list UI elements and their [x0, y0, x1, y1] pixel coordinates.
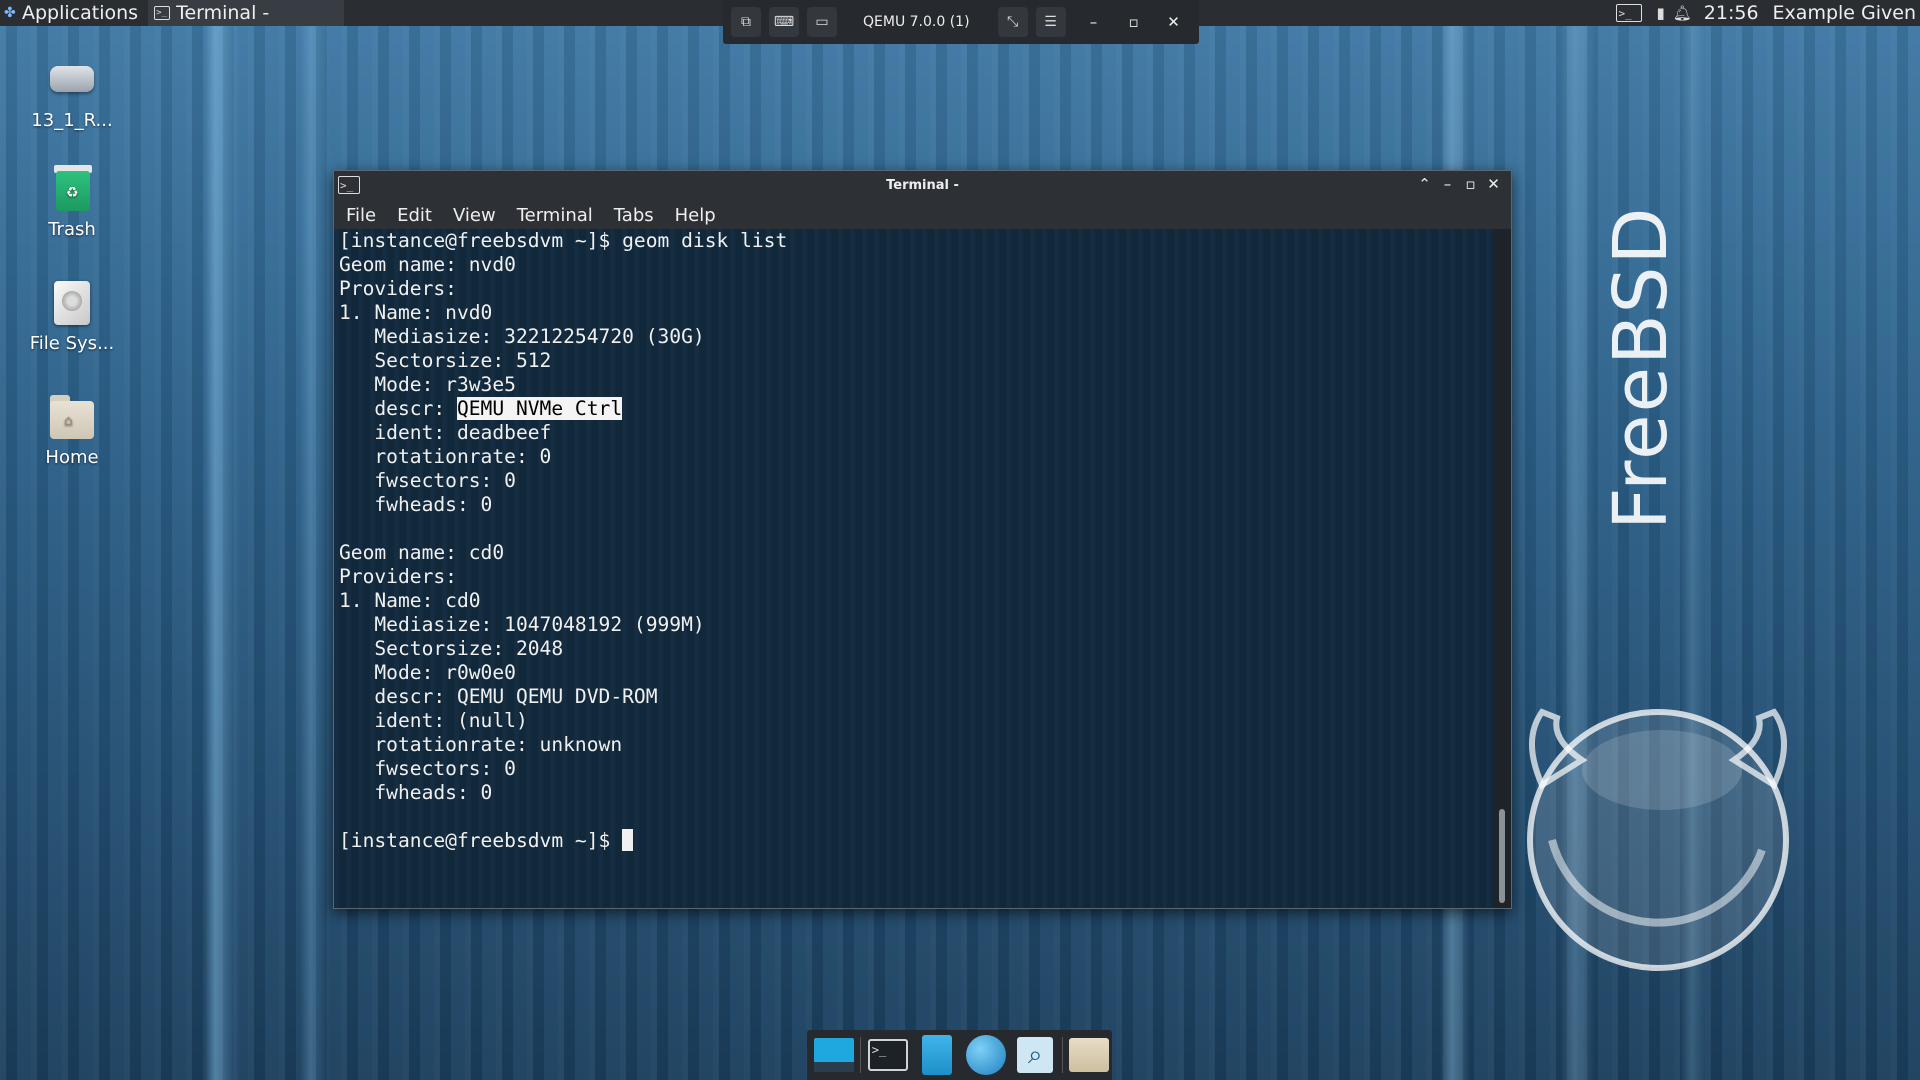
drive-icon	[48, 56, 96, 104]
terminal-scrollbar[interactable]	[1493, 229, 1511, 908]
terminal-title: Terminal -	[886, 178, 959, 193]
pin-icon: ⧉	[741, 14, 751, 30]
window-controls: ⌃ – ▫ ✕	[1413, 175, 1505, 193]
qemu-unfullscreen-button[interactable]: ⤡	[997, 7, 1028, 37]
notification-bell-icon[interactable]: 🔔︎	[1673, 4, 1692, 22]
qemu-toolbar: ⧉ ⌨ ▭ QEMU 7.0.0 (1) ⤡ ☰ – ▫ ✕	[723, 0, 1199, 44]
show-desktop-icon	[813, 1038, 854, 1072]
desktop-icon-label: Home	[45, 447, 99, 468]
dock-folder[interactable]	[1067, 1032, 1112, 1078]
scrollbar-thumb[interactable]	[1499, 809, 1505, 903]
menu-help[interactable]: Help	[663, 205, 725, 226]
dock-separator	[1061, 1037, 1063, 1073]
desktop-icon-label: Trash	[48, 219, 96, 240]
clock[interactable]: 21:56	[1704, 2, 1759, 24]
terminal-menubar: File Edit View Terminal Tabs Help	[334, 201, 1511, 229]
user-menu[interactable]: Example Given	[1773, 2, 1916, 24]
selected-text[interactable]: QEMU NVMe Ctrl	[456, 397, 623, 420]
applications-menu-label: Applications	[22, 2, 139, 24]
minimize-icon[interactable]: –	[1436, 175, 1459, 193]
desktop-icon-label: 13_1_R...	[31, 110, 113, 131]
menu-view[interactable]: View	[441, 205, 505, 226]
close-icon[interactable]: ✕	[1482, 175, 1505, 193]
shrink-icon: ⤡	[1006, 14, 1019, 30]
desktop-icon-label: File Sys...	[29, 333, 115, 354]
dock: >_ ⌕	[807, 1030, 1112, 1080]
maximize-icon[interactable]: ▫	[1459, 175, 1482, 193]
qemu-menu-button[interactable]: ☰	[1035, 7, 1066, 37]
dock-terminal[interactable]: >_	[865, 1032, 910, 1078]
system-tray: >_ ▮ 🔔︎ 21:56 Example Given	[1616, 0, 1920, 26]
applications-menu-icon: ✤	[4, 5, 16, 21]
dock-file-manager[interactable]	[914, 1032, 959, 1078]
menu-file[interactable]: File	[334, 205, 385, 226]
qemu-pin-button[interactable]: ⧉	[731, 7, 761, 37]
search-icon: ⌕	[1017, 1037, 1054, 1073]
qemu-display-button[interactable]: ▭	[807, 7, 837, 37]
terminal-icon: >_	[154, 6, 171, 20]
menu-tabs[interactable]: Tabs	[602, 205, 663, 226]
qemu-title: QEMU 7.0.0 (1)	[863, 14, 970, 30]
terminal-output-area[interactable]: [instance@freebsdvm ~]$ geom disk list G…	[334, 229, 1493, 908]
text-cursor	[622, 829, 634, 851]
terminal-window[interactable]: >_ Terminal - ⌃ – ▫ ✕ File Edit View Ter…	[333, 170, 1512, 909]
shade-icon[interactable]: ⌃	[1413, 175, 1436, 193]
dock-web-browser[interactable]	[964, 1032, 1009, 1078]
qemu-ctrl-alt-del-button[interactable]: ⌨	[769, 7, 799, 37]
desktop-icon-home[interactable]: ⌂ Home	[14, 393, 130, 468]
taskbar-terminal-button[interactable]: >_ Terminal -	[148, 0, 345, 26]
terminal-icon: >_	[867, 1039, 908, 1071]
dock-separator	[860, 1037, 862, 1073]
desktop-icon-drive[interactable]: 13_1_R...	[14, 56, 130, 131]
menu-terminal[interactable]: Terminal	[505, 205, 602, 226]
desktop-icon-filesystem[interactable]: File Sys...	[14, 279, 130, 354]
file-manager-icon	[921, 1035, 952, 1075]
applications-menu[interactable]: ✤ Applications	[0, 0, 142, 26]
terminal-output: [instance@freebsdvm ~]$ geom disk list G…	[334, 229, 1493, 853]
menu-edit[interactable]: Edit	[385, 205, 441, 226]
trash-icon: ♻	[48, 165, 96, 213]
hamburger-menu-icon: ☰	[1044, 14, 1057, 30]
monitor-icon: ▭	[815, 14, 829, 30]
beastie-logo	[1527, 708, 1789, 971]
battery-icon[interactable]: ▮	[1656, 4, 1664, 22]
terminal-titlebar[interactable]: >_ Terminal - ⌃ – ▫ ✕	[334, 171, 1511, 201]
keyboard-icon: ⌨	[773, 14, 795, 30]
dock-search[interactable]: ⌕	[1013, 1032, 1058, 1078]
folder-icon	[1069, 1038, 1110, 1072]
taskbar-terminal-label: Terminal -	[176, 2, 270, 24]
terminal-launcher-icon[interactable]: >_	[1616, 4, 1643, 22]
wallpaper-freebsd-text: FreeBSD	[1598, 205, 1684, 530]
terminal-text-after: ident: deadbeef rotationrate: 0 fwsector…	[339, 421, 705, 852]
maximize-icon[interactable]: ▫	[1122, 13, 1146, 31]
dock-show-desktop[interactable]	[811, 1032, 856, 1078]
minimize-icon[interactable]: –	[1082, 13, 1106, 31]
terminal-text-before: [instance@freebsdvm ~]$ geom disk list G…	[339, 229, 788, 420]
harddisk-icon	[48, 279, 96, 327]
close-icon[interactable]: ✕	[1162, 13, 1186, 31]
desktop-icon-trash[interactable]: ♻ Trash	[14, 165, 130, 240]
home-folder-icon: ⌂	[48, 393, 96, 441]
web-browser-icon	[966, 1035, 1007, 1075]
